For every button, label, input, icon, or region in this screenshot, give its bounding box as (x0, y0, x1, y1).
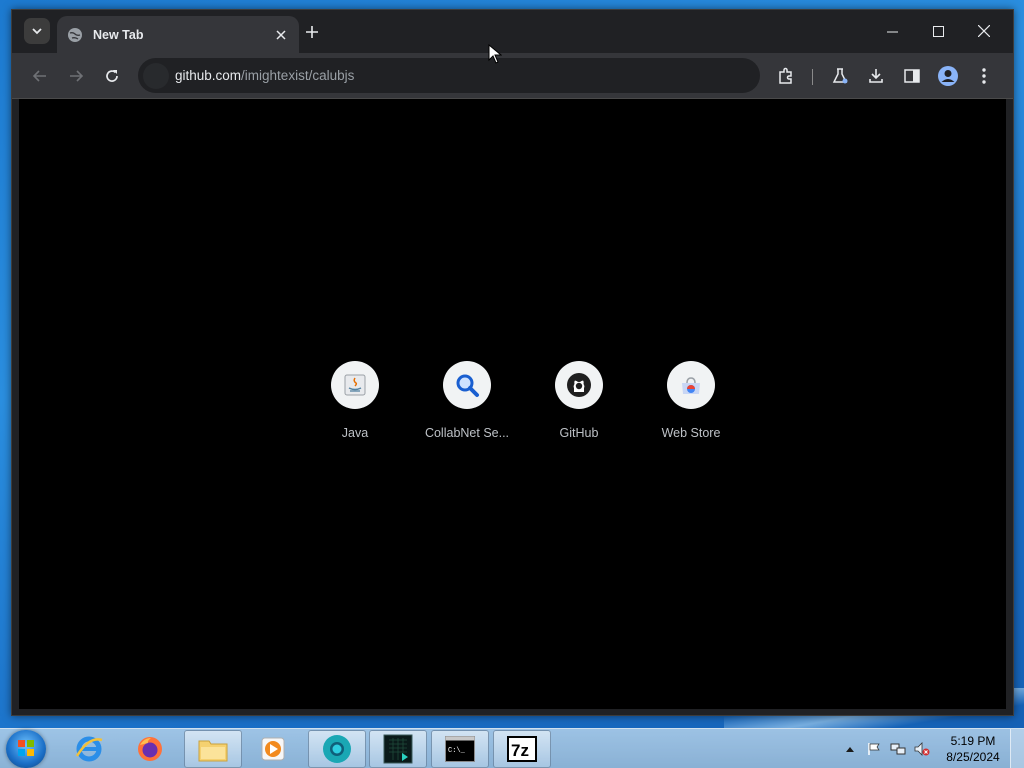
address-bar[interactable]: github.com/imightexist/calubjs (138, 58, 760, 93)
maximize-button[interactable] (915, 16, 961, 46)
reload-button[interactable] (98, 62, 126, 90)
new-tab-page: Java CollabNet Se... GitHub Web Store (19, 99, 1006, 709)
chrome-icon (323, 735, 351, 763)
taskbar: C:\_ 7z 5:19 PM 8/25/2024 (0, 728, 1024, 768)
windows-logo-icon (18, 740, 34, 756)
mouse-cursor-icon (488, 44, 502, 64)
site-info-icon[interactable] (143, 62, 169, 89)
more-vertical-icon (982, 68, 986, 84)
tab-search-button[interactable] (24, 18, 50, 44)
network-icon[interactable] (888, 739, 908, 759)
chevron-up-icon[interactable] (840, 739, 860, 759)
browser-window: New Tab github.com/imightexist/calubjs J… (11, 9, 1014, 716)
shortcut-java[interactable]: Java (299, 361, 411, 440)
back-button[interactable] (26, 62, 54, 90)
close-tab-icon[interactable] (269, 23, 293, 47)
flask-icon (832, 68, 848, 84)
taskbar-7zip[interactable]: 7z (493, 730, 551, 768)
url-domain: github.com (175, 68, 242, 83)
taskbar-internet-explorer[interactable] (60, 730, 118, 768)
forward-button[interactable] (62, 62, 90, 90)
new-tab-button[interactable] (300, 20, 324, 44)
7zip-icon: 7z (507, 736, 537, 762)
java-icon (331, 361, 379, 409)
menu-button[interactable] (970, 62, 998, 90)
taskbar-firefox[interactable] (121, 730, 179, 768)
internet-explorer-icon (75, 736, 103, 762)
downloads-button[interactable] (862, 62, 890, 90)
system-clock[interactable]: 5:19 PM 8/25/2024 (940, 733, 1006, 765)
close-icon (978, 25, 990, 37)
shortcut-web-store[interactable]: Web Store (635, 361, 747, 440)
taskbar-chrome[interactable] (308, 730, 366, 768)
profile-button[interactable] (934, 62, 962, 90)
tab-new-tab[interactable]: New Tab (57, 16, 299, 53)
clock-date: 8/25/2024 (946, 750, 1000, 764)
chevron-down-icon (32, 28, 42, 35)
shortcuts-grid: Java CollabNet Se... GitHub Web Store (299, 361, 747, 440)
github-icon (555, 361, 603, 409)
shortcut-label: Web Store (661, 426, 721, 440)
show-desktop-button[interactable] (1010, 729, 1024, 768)
reload-icon (106, 70, 118, 82)
url-path: /imightexist/calubjs (241, 68, 355, 83)
search-magnifier-icon (443, 361, 491, 409)
minimize-icon (886, 31, 898, 32)
flag-icon[interactable] (864, 739, 884, 759)
file-explorer-icon (198, 740, 228, 762)
puzzle-piece-icon (779, 67, 792, 84)
shortcut-github[interactable]: GitHub (523, 361, 635, 440)
start-button[interactable] (6, 730, 46, 768)
avatar-icon (938, 66, 958, 86)
volume-muted-icon[interactable] (912, 739, 932, 759)
maximize-icon (932, 25, 944, 37)
extensions-button[interactable] (772, 62, 800, 90)
web-store-icon (667, 361, 715, 409)
globe-icon (67, 27, 83, 43)
shortcut-label: Java (341, 426, 369, 440)
toolbar-separator (812, 69, 813, 85)
taskbar-media-player[interactable] (244, 730, 302, 768)
side-panel-button[interactable] (898, 62, 926, 90)
terminal-app-icon (383, 734, 413, 764)
labs-button[interactable] (826, 62, 854, 90)
arrow-left-icon (32, 70, 46, 82)
shortcut-collabnet[interactable]: CollabNet Se... (411, 361, 523, 440)
system-tray (840, 729, 936, 768)
tab-title: New Tab (93, 27, 144, 42)
tab-strip: New Tab (12, 10, 1013, 53)
shortcut-label: CollabNet Se... (424, 426, 510, 440)
side-panel-icon (904, 69, 920, 83)
close-window-button[interactable] (961, 16, 1007, 46)
7zip-glyph: 7z (511, 741, 529, 760)
taskbar-terminal-app[interactable] (369, 730, 427, 768)
command-prompt-icon: C:\_ (445, 736, 475, 762)
shortcut-label: GitHub (559, 426, 599, 440)
command-prompt-glyph: C:\_ (448, 747, 466, 755)
arrow-right-icon (70, 70, 84, 82)
minimize-button[interactable] (869, 16, 915, 46)
download-icon (869, 69, 883, 83)
taskbar-command-prompt[interactable]: C:\_ (431, 730, 489, 768)
clock-time: 5:19 PM (950, 734, 996, 748)
taskbar-file-explorer[interactable] (184, 730, 242, 768)
browser-toolbar: github.com/imightexist/calubjs (12, 53, 1013, 99)
plus-icon (306, 26, 318, 38)
media-player-icon (261, 737, 285, 761)
firefox-icon (138, 737, 162, 761)
address-bar-text: github.com/imightexist/calubjs (175, 68, 354, 83)
